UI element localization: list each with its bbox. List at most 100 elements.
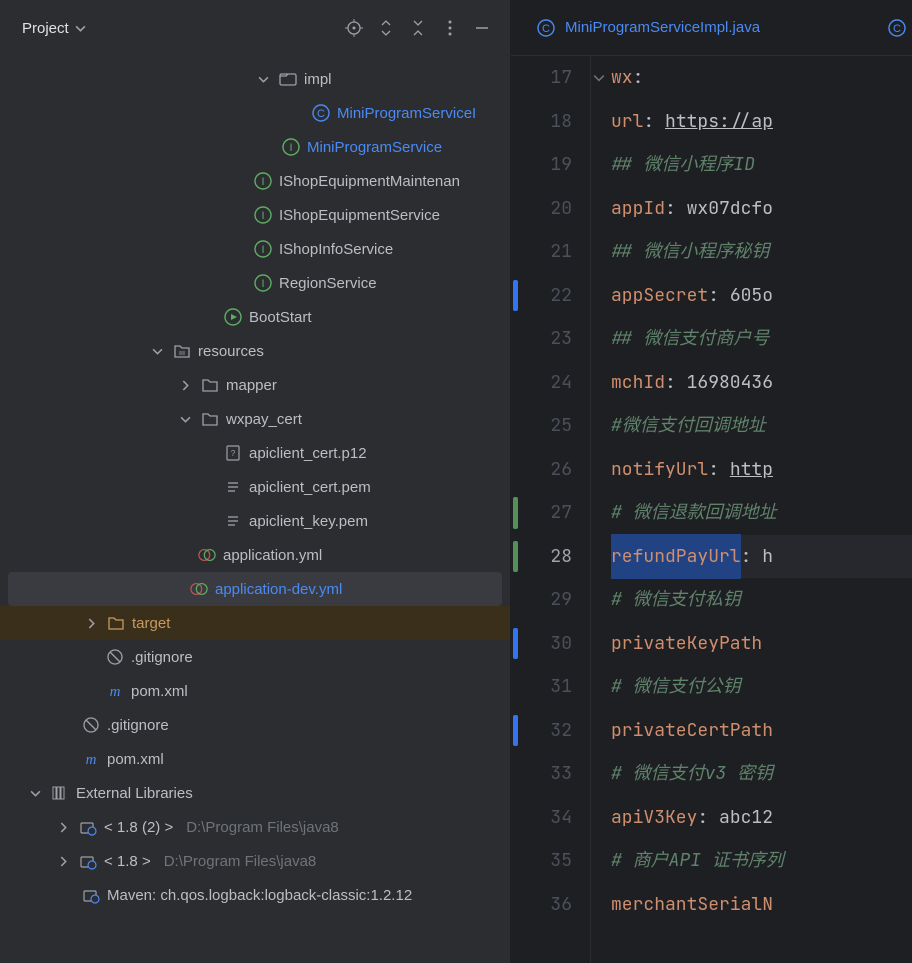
yml-icon	[190, 580, 208, 598]
minimize-icon[interactable]	[472, 18, 492, 38]
chevron-icon[interactable]	[26, 788, 44, 799]
maven-m-icon: m	[106, 682, 124, 700]
tree-item[interactable]: < 1.8 > D:\Program Files\java8	[0, 844, 510, 878]
interface-i-icon: I	[254, 206, 272, 224]
project-tree[interactable]: impl CMiniProgramServiceIIMiniProgramServ…	[0, 56, 510, 963]
code-line[interactable]: #微信支付回调地址	[611, 404, 912, 448]
tree-item[interactable]: application.yml	[0, 538, 510, 572]
code-area[interactable]: 1718192021222324252627282930313233343536…	[511, 56, 912, 963]
line-number: 26	[521, 448, 572, 492]
class-play-icon	[224, 308, 242, 326]
tree-item[interactable]: mapper	[0, 368, 510, 402]
tree-item-label: impl	[304, 71, 332, 88]
tree-item-label: < 1.8 >	[104, 853, 151, 870]
lib-jar-icon	[82, 886, 100, 904]
tree-item-label: Maven: ch.qos.logback:logback-classic:1.…	[107, 887, 412, 904]
tree-item-label: pom.xml	[107, 751, 164, 768]
tree-item[interactable]: apiclient_cert.pem	[0, 470, 510, 504]
chevron-icon[interactable]	[176, 380, 194, 391]
code-line[interactable]: # 商户API 证书序列	[611, 839, 912, 883]
code-line[interactable]: appSecret: 605o	[611, 274, 912, 318]
code-line[interactable]: # 微信支付私钥	[611, 578, 912, 622]
code-line[interactable]: privateCertPath	[611, 709, 912, 753]
tree-item[interactable]: application-dev.yml	[8, 572, 502, 606]
tree-item[interactable]: mpom.xml	[0, 674, 510, 708]
tree-item[interactable]: IIShopInfoService	[0, 232, 510, 266]
tree-item[interactable]: External Libraries	[0, 776, 510, 810]
chevron-icon[interactable]	[148, 346, 166, 357]
tree-item[interactable]: IIShopEquipmentMaintenan	[0, 164, 510, 198]
gitignore-icon	[106, 648, 124, 666]
file-text-icon	[224, 478, 242, 496]
chevron-icon[interactable]	[176, 414, 194, 425]
code-line[interactable]: appId: wx07dcfo	[611, 187, 912, 231]
code-line[interactable]: refundPayUrl: h	[611, 535, 912, 579]
svg-text:m: m	[86, 752, 97, 768]
tree-item[interactable]: IMiniProgramService	[0, 130, 510, 164]
code-line[interactable]: ## 微信支付商户号	[611, 317, 912, 361]
tree-item[interactable]: .gitignore	[0, 640, 510, 674]
tree-item[interactable]: ?apiclient_cert.p12	[0, 436, 510, 470]
tab-label[interactable]: MiniProgramServiceImpl.java	[565, 19, 760, 36]
tree-item[interactable]: m pom.xml	[0, 742, 510, 776]
tree-item-label: BootStart	[249, 309, 312, 326]
code-line[interactable]: apiV3Key: abc12	[611, 796, 912, 840]
chevron-icon[interactable]	[54, 856, 72, 867]
expand-icon[interactable]	[376, 18, 396, 38]
code-line[interactable]: wx:	[611, 56, 912, 100]
tree-item[interactable]: resources	[0, 334, 510, 368]
code-line[interactable]: notifyUrl: http	[611, 448, 912, 492]
tree-item[interactable]: IIShopEquipmentService	[0, 198, 510, 232]
svg-text:m: m	[110, 684, 121, 700]
tree-item[interactable]: IRegionService	[0, 266, 510, 300]
fold-icon[interactable]	[593, 72, 605, 84]
more-icon[interactable]	[440, 18, 460, 38]
svg-text:C: C	[317, 108, 325, 120]
collapse-icon[interactable]	[408, 18, 428, 38]
tree-item[interactable]: target	[0, 606, 510, 640]
tree-item[interactable]: CMiniProgramServiceI	[0, 96, 510, 130]
tree-item-label: apiclient_cert.p12	[249, 445, 367, 462]
tree-item-label: resources	[198, 343, 264, 360]
tree-item-path: D:\Program Files\java8	[164, 853, 317, 870]
tree-item[interactable]: .gitignore	[0, 708, 510, 742]
lib-jar-icon	[79, 818, 97, 836]
fold-column	[591, 56, 611, 963]
code-line[interactable]: privateKeyPath	[611, 622, 912, 666]
tree-item[interactable]: apiclient_key.pem	[0, 504, 510, 538]
code-line[interactable]: # 微信退款回调地址	[611, 491, 912, 535]
tree-item-label: External Libraries	[76, 785, 193, 802]
folder-target-icon	[107, 614, 125, 632]
tree-item[interactable]: Maven: ch.qos.logback:logback-classic:1.…	[0, 878, 510, 912]
tree-item-path: D:\Program Files\java8	[186, 819, 339, 836]
project-sidebar: Project impl CMiniProgramServiceIIMiniPro…	[0, 0, 511, 963]
chevron-icon[interactable]	[82, 618, 100, 629]
code-line[interactable]: url: https://ap	[611, 100, 912, 144]
line-gutter: 1718192021222324252627282930313233343536	[521, 56, 591, 963]
yml-icon	[198, 546, 216, 564]
code-line[interactable]: merchantSerialN	[611, 883, 912, 927]
tree-item[interactable]: wxpay_cert	[0, 402, 510, 436]
chevron-icon[interactable]	[254, 74, 272, 85]
tree-item-label: .gitignore	[131, 649, 193, 666]
chevron-icon[interactable]	[54, 822, 72, 833]
code-line[interactable]: # 微信支付v3 密钥	[611, 752, 912, 796]
line-number: 32	[521, 709, 572, 753]
tree-item[interactable]: impl	[0, 62, 510, 96]
code-line[interactable]: # 微信支付公钥	[611, 665, 912, 709]
tree-item[interactable]: BootStart	[0, 300, 510, 334]
line-number: 19	[521, 143, 572, 187]
line-number: 33	[521, 752, 572, 796]
target-icon[interactable]	[344, 18, 364, 38]
code-line[interactable]: mchId: 16980436	[611, 361, 912, 405]
code-content[interactable]: wx: url: https://ap ## 微信小程序ID appId: wx…	[611, 56, 912, 963]
line-number: 28	[521, 535, 572, 579]
tree-item[interactable]: < 1.8 (2) >D:\Program Files\java8	[0, 810, 510, 844]
code-line[interactable]: ## 微信小程序ID	[611, 143, 912, 187]
folder-plain-icon	[201, 410, 219, 428]
line-number: 24	[521, 361, 572, 405]
line-number: 30	[521, 622, 572, 666]
sidebar-header: Project	[0, 0, 510, 56]
code-line[interactable]: ## 微信小程序秘钥	[611, 230, 912, 274]
project-dropdown[interactable]: Project	[22, 20, 86, 37]
